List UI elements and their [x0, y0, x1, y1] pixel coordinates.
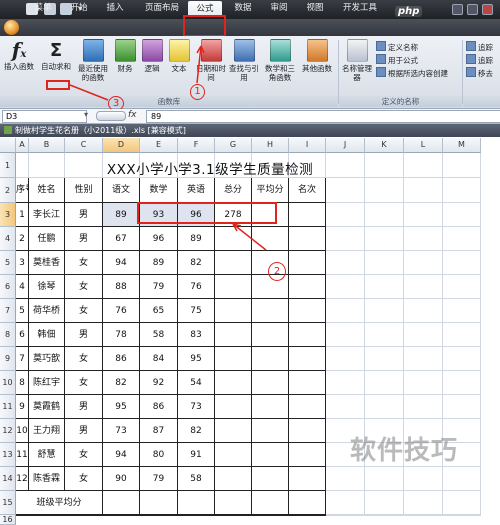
cell-class-average-label[interactable]: 班级平均分 [16, 491, 103, 515]
cell-K16[interactable] [365, 515, 404, 516]
cell-C16[interactable] [65, 515, 103, 516]
cell-H16[interactable] [252, 515, 289, 516]
cell-L16[interactable] [404, 515, 443, 516]
cell-J16[interactable] [326, 515, 365, 516]
cell-I16[interactable] [289, 515, 326, 516]
cell-B16[interactable] [29, 515, 65, 516]
cell-J15[interactable] [326, 491, 365, 515]
cell-G16[interactable] [215, 515, 252, 516]
cell-E16[interactable] [140, 515, 178, 516]
row-header-16[interactable]: 16 [0, 515, 16, 525]
cell-A16[interactable] [16, 515, 29, 516]
watermark-text: 软件技巧 [350, 436, 459, 466]
annotation-arrows [69, 45, 267, 251]
cell-G15[interactable] [215, 491, 252, 515]
cell-K15[interactable] [365, 491, 404, 515]
cell-D16[interactable] [103, 515, 140, 516]
cell-I15[interactable] [289, 491, 326, 515]
cell-M15[interactable] [443, 491, 481, 515]
cell-M16[interactable] [443, 515, 481, 516]
cell-E15[interactable] [140, 491, 178, 515]
cell-H15[interactable] [252, 491, 289, 515]
cell-F16[interactable] [178, 515, 215, 516]
cell-L15[interactable] [404, 491, 443, 515]
cell-F15[interactable] [178, 491, 215, 515]
row-header-15[interactable]: 15 [0, 491, 16, 515]
cell-D15[interactable] [103, 491, 140, 515]
